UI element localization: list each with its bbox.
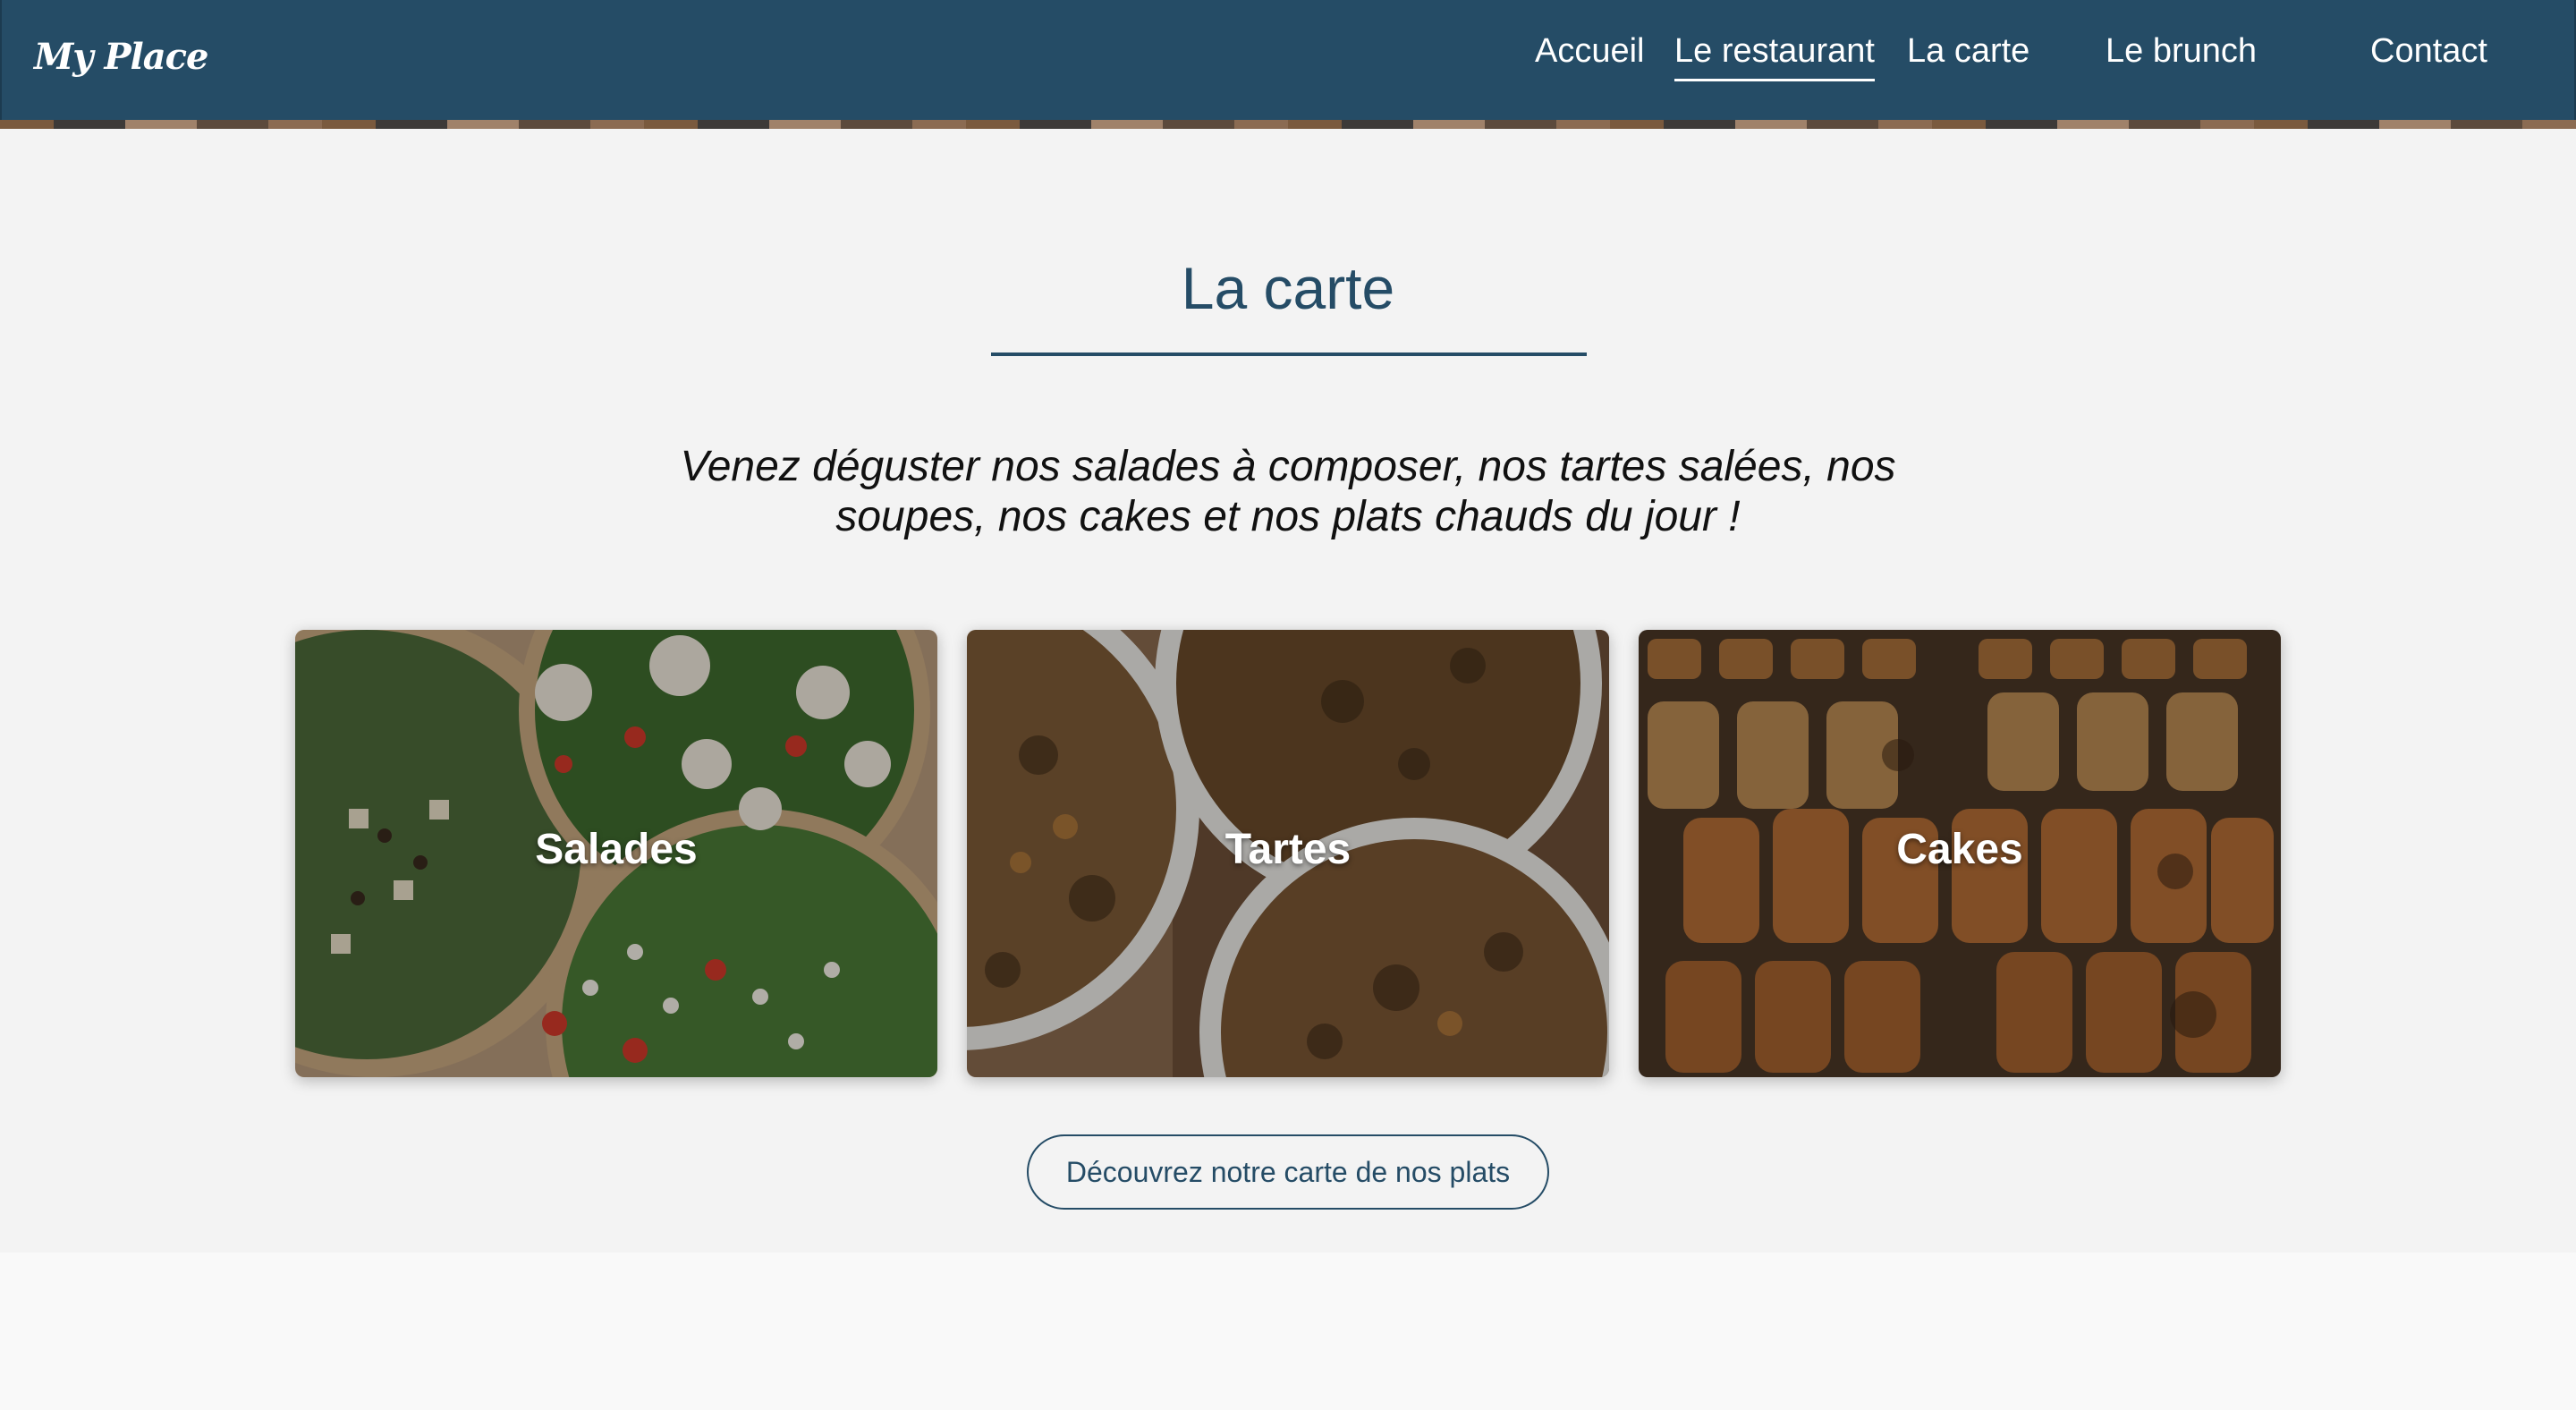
site-logo[interactable]: My Place (34, 36, 208, 78)
card-label: Salades (535, 826, 698, 873)
card-cakes[interactable]: Cakes (1639, 630, 2281, 1077)
menu-section: La carte Venez déguster nos salades à co… (0, 129, 2576, 1253)
nav-link-accueil[interactable]: Accueil (1535, 32, 1645, 71)
top-navbar: My Place Accueil Le restaurant La carte … (0, 0, 2576, 123)
nav-link-la-carte[interactable]: La carte (1907, 32, 2029, 71)
title-underline (991, 352, 1587, 356)
section-lead: Venez déguster nos salades à composer, n… (680, 443, 1896, 540)
card-salades[interactable]: Salades (295, 630, 937, 1077)
card-label: Cakes (1896, 826, 2023, 873)
card-tartes[interactable]: Tartes (967, 630, 1609, 1077)
nav-link-le-restaurant[interactable]: Le restaurant (1674, 32, 1875, 81)
nav-link-contact[interactable]: Contact (2370, 32, 2487, 71)
card-label: Tartes (1224, 826, 1352, 873)
discover-menu-button[interactable]: Découvrez notre carte de nos plats (1027, 1134, 1549, 1210)
section-title: La carte (1181, 255, 1395, 321)
hero-image-edge (0, 120, 2576, 129)
nav-link-le-brunch[interactable]: Le brunch (2106, 32, 2257, 71)
